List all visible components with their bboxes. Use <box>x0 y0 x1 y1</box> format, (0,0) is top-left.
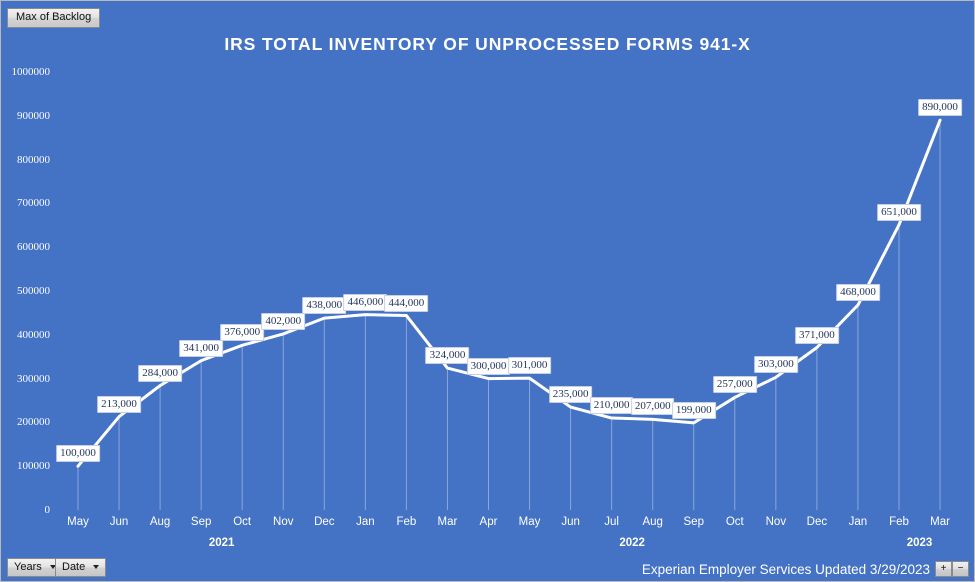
y-axis-tick-label: 900000 <box>17 109 50 122</box>
x-axis-tick-label[interactable]: Sep <box>684 516 704 528</box>
x-axis-tick-label[interactable]: Mar <box>930 516 950 528</box>
x-axis-tick-label[interactable]: Jun <box>561 516 580 528</box>
data-point-label: 324,000 <box>425 347 470 365</box>
data-point-label: 376,000 <box>220 324 265 342</box>
years-button-label: Years <box>14 561 42 573</box>
date-button-label: Date <box>62 561 86 573</box>
x-axis-year-label[interactable]: 2023 <box>907 537 933 549</box>
x-axis-tick-label[interactable]: Jun <box>110 516 129 528</box>
data-point-label: 651,000 <box>877 203 921 221</box>
x-axis-tick-label[interactable]: Aug <box>642 516 662 528</box>
data-point-label: 235,000 <box>548 386 593 404</box>
x-axis-tick-label[interactable]: Oct <box>726 516 744 528</box>
data-point-label: 402,000 <box>261 312 306 330</box>
x-axis-tick-label[interactable]: Feb <box>889 516 909 528</box>
zoom-in-button[interactable]: + <box>935 561 952 577</box>
x-axis-tick-label[interactable]: Dec <box>314 516 334 528</box>
data-point-label: 341,000 <box>179 339 224 357</box>
x-axis-tick-label[interactable]: Oct <box>233 516 251 528</box>
x-axis-tick-label[interactable]: Dec <box>807 516 827 528</box>
x-axis-tick-label[interactable]: Jan <box>356 516 375 528</box>
data-point-label: 438,000 <box>302 297 347 315</box>
y-axis-tick-label: 400000 <box>17 328 50 341</box>
y-axis-tick-label: 1000000 <box>11 66 51 78</box>
y-axis-tick-label: 600000 <box>17 241 50 254</box>
y-axis-tick-label: 700000 <box>17 197 50 210</box>
x-axis-tick-label[interactable]: Jan <box>849 516 868 528</box>
y-axis-tick-label: 500000 <box>17 285 50 297</box>
chart-svg <box>76 118 942 510</box>
bottom-toolbar: Years Date Experian Employer Services Up… <box>1 553 974 581</box>
data-point-label: 446,000 <box>343 293 388 311</box>
data-point-label: 207,000 <box>630 398 675 416</box>
data-point-label: 100,000 <box>56 445 100 463</box>
line-chart-plot-area: 1000000 900000 800000 700000 600000 500000 400… <box>1 1 974 581</box>
x-axis-tick-label[interactable]: Apr <box>480 516 498 528</box>
data-point-label: 210,000 <box>589 397 634 415</box>
x-axis-tick-label[interactable]: Feb <box>396 516 416 528</box>
y-axis-tick-label: 800000 <box>17 153 50 166</box>
x-axis-tick-label[interactable]: Sep <box>191 516 211 528</box>
data-point-label: 301,000 <box>507 357 552 375</box>
zoom-out-button[interactable]: − <box>952 561 969 577</box>
data-point-label: 303,000 <box>753 356 798 374</box>
date-drill-button[interactable]: Date <box>55 558 107 577</box>
data-point-label: 213,000 <box>97 395 141 413</box>
x-axis-tick-label[interactable]: Nov <box>273 516 293 528</box>
data-point-label: 199,000 <box>671 401 716 419</box>
x-axis-tick-label[interactable]: May <box>67 516 89 528</box>
data-point-label: 444,000 <box>384 294 429 312</box>
x-axis-year-label[interactable]: 2021 <box>209 537 235 549</box>
y-axis-tick-label: 200000 <box>17 416 50 429</box>
data-point-label: 300,000 <box>466 357 511 375</box>
series-line-max-of-backlog[interactable] <box>76 118 942 468</box>
y-axis-tick-label: 100000 <box>17 460 50 473</box>
x-axis-tick-label[interactable]: Mar <box>438 516 458 528</box>
powerbi-chart-window: Max of Backlog IRS TOTAL INVENTORY OF UN… <box>0 0 975 582</box>
x-axis-tick-label[interactable]: Aug <box>150 516 170 528</box>
y-axis-tick-label: 0 <box>44 504 51 516</box>
x-axis-tick-label[interactable]: Nov <box>766 516 786 528</box>
x-axis-tick-label[interactable]: Jul <box>604 516 619 528</box>
chevron-down-icon <box>93 565 100 570</box>
x-axis-year-label[interactable]: 2022 <box>619 537 645 549</box>
x-axis-tick-label[interactable]: May <box>519 516 541 528</box>
data-point-label: 257,000 <box>712 376 757 394</box>
footer-attribution: Experian Employer Services Updated 3/29/… <box>641 562 930 577</box>
data-point-label: 890,000 <box>918 99 962 117</box>
data-point-label: 468,000 <box>836 284 880 302</box>
y-axis-tick-label: 300000 <box>17 372 50 385</box>
data-point-label: 371,000 <box>795 326 839 344</box>
data-point-label: 284,000 <box>138 364 182 382</box>
